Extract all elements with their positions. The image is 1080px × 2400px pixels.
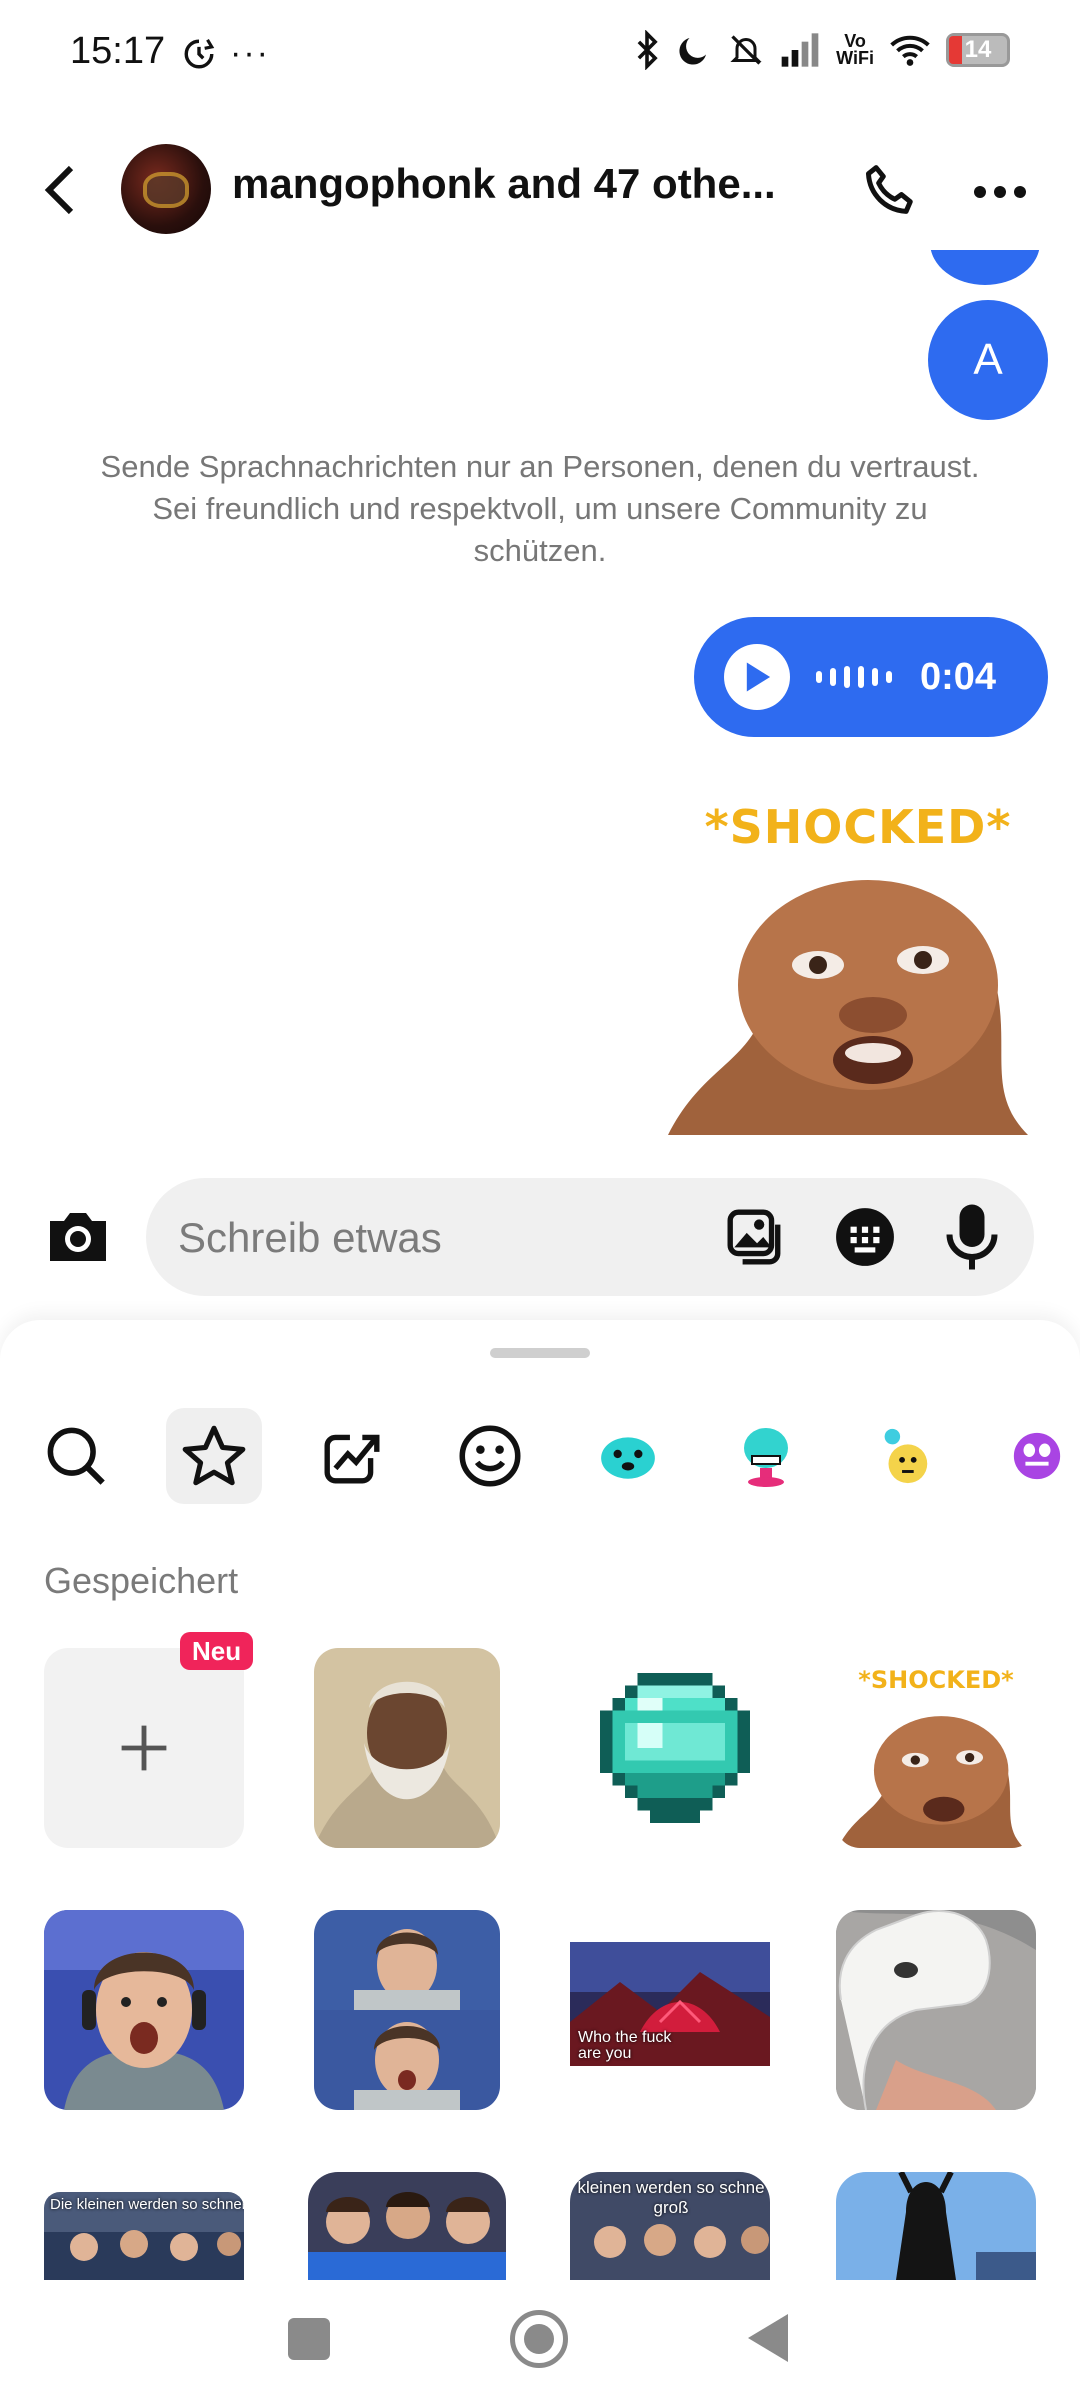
shocked-sticker-message[interactable]: *SHOCKED* — [668, 800, 1048, 1135]
saved-sticker-airpod[interactable] — [836, 1910, 1036, 2110]
creature-image — [836, 2172, 1036, 2280]
home-button[interactable] — [510, 2310, 568, 2368]
plus-icon — [121, 1725, 167, 1771]
saved-sticker-diamond[interactable] — [575, 1648, 775, 1848]
phone-icon — [865, 165, 913, 214]
new-badge: Neu — [180, 1632, 254, 1670]
signal-icon — [781, 33, 819, 67]
more-indicator: ··· — [230, 34, 270, 72]
gallery-icon — [727, 1209, 781, 1265]
partial-avatar — [930, 250, 1040, 285]
status-bar: 15:17 ··· Vo WiFi 14 — [0, 0, 1080, 110]
wifi-icon — [890, 35, 930, 66]
kids-caption-2: kleinen werden so schne groß — [577, 2178, 765, 2217]
saved-section-title: Gespeichert — [44, 1560, 239, 1601]
sticker-button[interactable] — [834, 1206, 896, 1268]
shocked-face-image — [668, 880, 1028, 1135]
tab-sticker-pack-3[interactable] — [856, 1408, 952, 1504]
status-right-icons: Vo WiFi 14 — [634, 30, 1010, 70]
microphone-icon — [946, 1204, 998, 1270]
play-button[interactable] — [724, 644, 790, 710]
kids-caption-1: Die kleinen werden so schnell groß — [50, 2196, 244, 2213]
camera-button[interactable] — [44, 1205, 112, 1265]
tab-trending[interactable] — [304, 1408, 400, 1504]
sticker-pack-2-icon — [744, 1428, 788, 1487]
message-input[interactable]: Schreib etwas — [146, 1178, 1034, 1296]
home-dot — [524, 2324, 554, 2354]
airpod-image — [836, 1910, 1036, 2110]
vowifi-line-2: WiFi — [836, 48, 874, 68]
recent-apps-button[interactable] — [288, 2318, 330, 2360]
chevron-left-icon — [44, 165, 74, 215]
tab-favorites[interactable] — [166, 1408, 262, 1504]
vowifi-indicator: Vo WiFi — [836, 32, 874, 68]
battery-indicator: 14 — [946, 33, 1010, 67]
sync-icon — [184, 38, 215, 68]
call-button[interactable] — [858, 158, 928, 228]
system-nav-bar — [0, 2280, 1080, 2400]
sticker-pack-1-icon — [601, 1437, 655, 1479]
tab-sticker-pack-4[interactable] — [994, 1408, 1080, 1504]
saved-sticker-double-face[interactable] — [314, 1910, 500, 2110]
battery-level: 14 — [964, 36, 992, 63]
group-image — [308, 2172, 506, 2280]
chat-header: mangophonk and 47 othe... — [0, 130, 1080, 250]
moon-icon — [679, 38, 707, 65]
saved-sticker-portrait[interactable] — [314, 1648, 500, 1848]
saved-sticker-kids-1[interactable]: Die kleinen werden so schnell groß — [44, 2192, 244, 2280]
bluetooth-icon — [637, 30, 658, 70]
trending-icon — [324, 1434, 380, 1484]
battery-fill — [949, 36, 962, 64]
group-avatar[interactable] — [121, 144, 211, 234]
sticker-pack-4-icon — [1013, 1432, 1061, 1480]
sender-avatar[interactable]: A — [928, 300, 1048, 420]
drag-handle[interactable] — [490, 1348, 590, 1358]
back-button[interactable] — [36, 160, 86, 220]
saved-sticker-kids-2[interactable]: kleinen werden so schne groß — [570, 2172, 770, 2280]
voice-duration: 0:04 — [920, 655, 997, 698]
keyboard-circle-icon — [836, 1208, 894, 1266]
play-icon — [746, 662, 771, 692]
double-face-image — [314, 1910, 500, 2110]
more-options-button[interactable] — [970, 162, 1040, 222]
tab-emoji[interactable] — [442, 1408, 538, 1504]
tab-sticker-pack-1[interactable] — [580, 1408, 676, 1504]
microphone-button[interactable] — [942, 1202, 1002, 1272]
voice-safety-notice: Sende Sprachnachrichten nur an Personen,… — [100, 449, 980, 568]
saved-sticker-creature[interactable] — [836, 2172, 1036, 2280]
more-horizontal-icon — [974, 186, 1026, 198]
portrait-image — [314, 1648, 500, 1848]
volcano-caption: Who the fuck are you — [578, 2029, 672, 2062]
tab-search[interactable] — [28, 1408, 124, 1504]
sticker-tabs — [0, 1408, 1080, 1508]
gallery-button[interactable] — [724, 1206, 786, 1268]
message-list[interactable]: A Sende Sprachnachrichten nur an Persone… — [0, 250, 1080, 1150]
message-composer: Schreib etwas — [0, 1170, 1080, 1300]
add-sticker-button[interactable] — [44, 1648, 244, 1848]
saved-sticker-shocked[interactable]: *SHOCKED* — [836, 1648, 1036, 1848]
shocked-sticker-label: *SHOCKED* — [858, 1666, 1014, 1694]
sticker-panel: Gespeichert Neu *SHOCKED* Who the fuck a… — [0, 1320, 1080, 2280]
shocked-face-thumb — [837, 1716, 1024, 1848]
status-time: 15:17 — [70, 30, 166, 72]
system-back-button[interactable] — [748, 2314, 788, 2362]
saved-sticker-surprised-guy[interactable] — [44, 1910, 244, 2110]
saved-sticker-group[interactable] — [308, 2172, 506, 2280]
mute-bell-icon — [730, 35, 762, 65]
camera-icon — [50, 1213, 106, 1261]
star-icon — [182, 1425, 246, 1486]
minecraft-diamond-image — [600, 1673, 750, 1823]
waveform — [816, 666, 892, 688]
saved-sticker-volcano[interactable]: Who the fuck are you — [570, 1942, 770, 2066]
sticker-pack-3-icon — [884, 1428, 928, 1484]
tab-sticker-pack-2[interactable] — [718, 1408, 814, 1504]
smiley-icon — [459, 1425, 521, 1487]
voice-message-bubble[interactable]: 0:04 — [694, 617, 1048, 737]
surprised-face-image — [44, 1910, 244, 2110]
status-left-icons: ··· — [182, 34, 270, 73]
search-icon — [47, 1427, 105, 1485]
message-input-placeholder: Schreib etwas — [178, 1214, 442, 1261]
chat-title[interactable]: mangophonk and 47 othe... — [232, 160, 812, 208]
